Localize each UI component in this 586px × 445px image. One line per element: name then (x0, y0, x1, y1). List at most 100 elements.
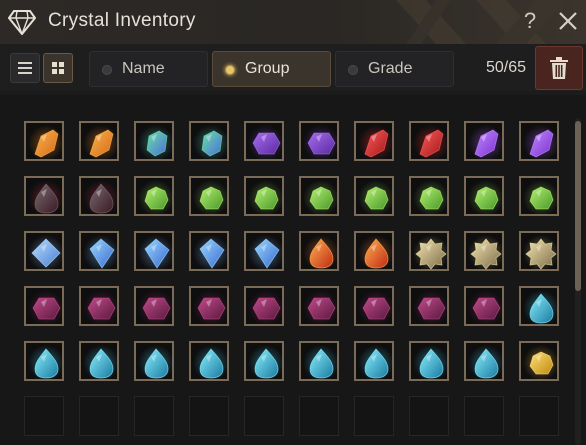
help-button[interactable]: ? (518, 7, 542, 35)
inventory-slot[interactable] (134, 286, 174, 326)
window-title: Crystal Inventory (48, 10, 196, 31)
inventory-slot[interactable] (189, 231, 229, 271)
cyan-teardrop-crystal-icon (468, 345, 504, 381)
inventory-slot[interactable] (244, 286, 284, 326)
inventory-slot[interactable] (79, 176, 119, 216)
blue-kite-crystal-icon (83, 235, 119, 271)
sort-by-group-option[interactable]: Group (212, 51, 331, 87)
inventory-slot[interactable] (464, 286, 504, 326)
inventory-slot[interactable] (354, 121, 394, 161)
inventory-slot[interactable] (189, 286, 229, 326)
inventory-slot[interactable] (464, 176, 504, 216)
inventory-slot[interactable] (354, 286, 394, 326)
inventory-slot[interactable] (79, 341, 119, 381)
magenta-hex-crystal-icon (28, 290, 64, 326)
inventory-slot[interactable] (409, 121, 449, 161)
inventory-slot[interactable] (464, 231, 504, 271)
inventory-slot[interactable] (189, 176, 229, 216)
inventory-slot[interactable] (299, 176, 339, 216)
inventory-slot[interactable] (299, 231, 339, 271)
inventory-slot[interactable] (24, 121, 64, 161)
list-icon (18, 62, 32, 74)
inventory-slot[interactable] (134, 176, 174, 216)
empty-inventory-slot[interactable] (409, 396, 449, 436)
empty-inventory-slot[interactable] (134, 396, 174, 436)
empty-inventory-slot[interactable] (189, 396, 229, 436)
inventory-slot[interactable] (409, 341, 449, 381)
grid-view-button[interactable] (43, 53, 73, 83)
close-button[interactable] (555, 7, 581, 35)
inventory-slot[interactable] (354, 231, 394, 271)
radio-button (102, 65, 112, 75)
close-icon (559, 12, 577, 30)
inventory-slot[interactable] (24, 231, 64, 271)
cyan-teardrop-crystal-icon (523, 290, 559, 326)
empty-inventory-slot[interactable] (79, 396, 119, 436)
inventory-slot[interactable] (519, 341, 559, 381)
inventory-slot[interactable] (464, 121, 504, 161)
green-round-crystal-icon (468, 180, 504, 216)
inventory-slot[interactable] (24, 341, 64, 381)
inventory-slot[interactable] (79, 231, 119, 271)
title-bar[interactable]: Crystal Inventory ? (0, 0, 586, 45)
empty-inventory-slot[interactable] (299, 396, 339, 436)
purple-hex-crystal-icon (303, 125, 339, 161)
sort-option-label: Group (245, 60, 290, 77)
inventory-slot[interactable] (354, 176, 394, 216)
inventory-slot[interactable] (409, 286, 449, 326)
empty-inventory-slot[interactable] (519, 396, 559, 436)
inventory-slot[interactable] (354, 341, 394, 381)
green-round-crystal-icon (193, 180, 229, 216)
sort-option-label: Grade (368, 60, 413, 77)
violet-shard-crystal-icon (468, 125, 504, 161)
crystal-inventory-window: Crystal Inventory ? Name Group Grade 50/… (0, 0, 586, 445)
dark-red-teardrop-crystal-icon (28, 180, 64, 216)
inventory-slot[interactable] (299, 286, 339, 326)
yellow-gear-crystal-icon (413, 235, 449, 271)
blue-kite-crystal-icon (193, 235, 229, 271)
magenta-hex-crystal-icon (413, 290, 449, 326)
inventory-slot[interactable] (464, 341, 504, 381)
green-round-crystal-icon (413, 180, 449, 216)
inventory-slot[interactable] (244, 121, 284, 161)
green-blue-crystal-icon (193, 125, 229, 161)
inventory-slot[interactable] (189, 121, 229, 161)
inventory-slot[interactable] (244, 231, 284, 271)
violet-shard-crystal-icon (523, 125, 559, 161)
inventory-slot[interactable] (134, 341, 174, 381)
inventory-slot[interactable] (24, 176, 64, 216)
grid-icon (52, 62, 64, 74)
green-round-crystal-icon (523, 180, 559, 216)
inventory-slot[interactable] (409, 176, 449, 216)
list-view-button[interactable] (10, 53, 40, 83)
magenta-hex-crystal-icon (193, 290, 229, 326)
inventory-slot[interactable] (189, 341, 229, 381)
inventory-slot[interactable] (299, 341, 339, 381)
sort-by-name-option[interactable]: Name (89, 51, 208, 87)
inventory-slot[interactable] (79, 286, 119, 326)
sort-by-grade-option[interactable]: Grade (335, 51, 454, 87)
inventory-slot[interactable] (519, 176, 559, 216)
inventory-slot[interactable] (519, 121, 559, 161)
empty-inventory-slot[interactable] (24, 396, 64, 436)
inventory-slot[interactable] (134, 231, 174, 271)
inventory-slot[interactable] (519, 231, 559, 271)
empty-inventory-slot[interactable] (244, 396, 284, 436)
scrollbar-thumb[interactable] (575, 121, 581, 291)
inventory-slot[interactable] (244, 341, 284, 381)
empty-inventory-slot[interactable] (464, 396, 504, 436)
cyan-teardrop-crystal-icon (413, 345, 449, 381)
inventory-slot[interactable] (134, 121, 174, 161)
yellow-gear-crystal-icon (523, 235, 559, 271)
purple-hex-crystal-icon (248, 125, 284, 161)
cyan-teardrop-crystal-icon (138, 345, 174, 381)
inventory-slot[interactable] (409, 231, 449, 271)
empty-inventory-slot[interactable] (354, 396, 394, 436)
inventory-slot[interactable] (299, 121, 339, 161)
delete-button[interactable] (535, 46, 583, 90)
inventory-slot[interactable] (244, 176, 284, 216)
inventory-slot[interactable] (79, 121, 119, 161)
inventory-slot[interactable] (519, 286, 559, 326)
inventory-slot[interactable] (24, 286, 64, 326)
magenta-hex-crystal-icon (468, 290, 504, 326)
